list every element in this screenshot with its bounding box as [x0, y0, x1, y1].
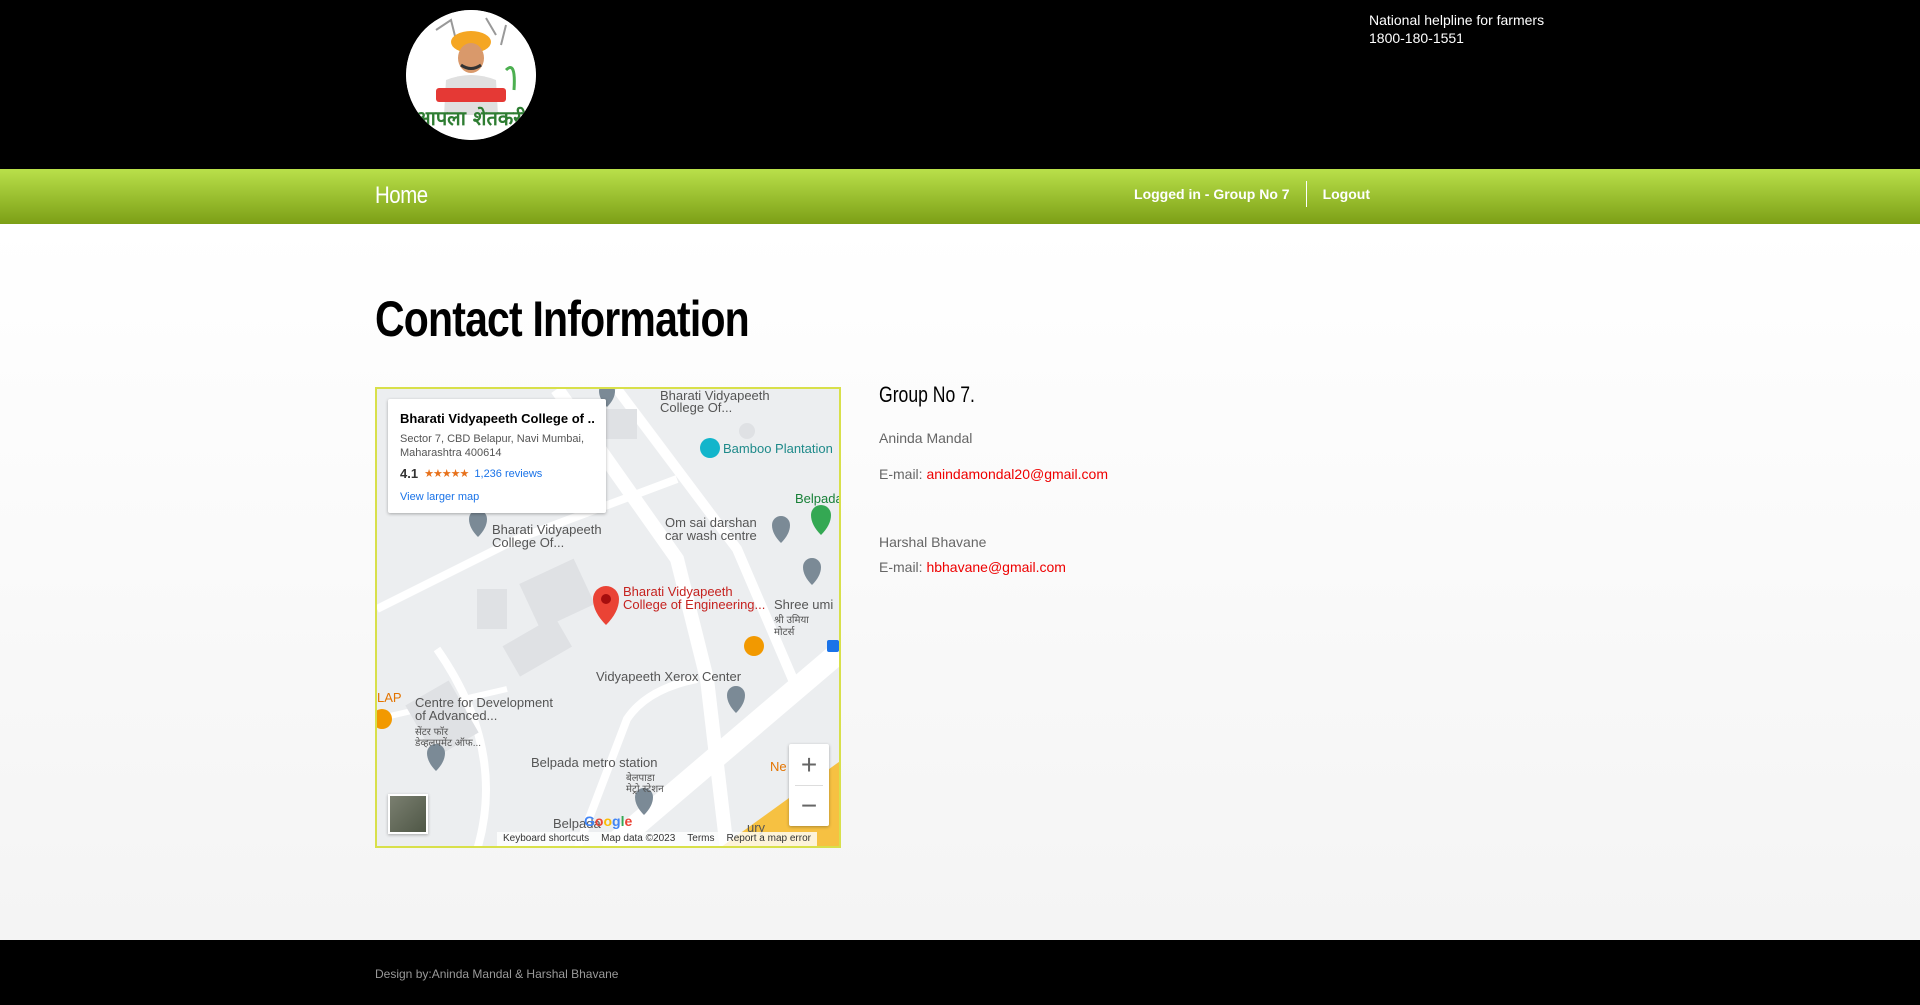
map-label: Belpada	[795, 491, 841, 506]
logout-link[interactable]: Logout	[1307, 186, 1386, 202]
contact-name-2: Harshal Bhavane	[879, 534, 987, 550]
contact-email-row-2: E-mail: hbhavane@gmail.com	[879, 559, 1066, 575]
map-data-text: Map data ©2023	[601, 833, 676, 844]
contact-name-1: Aninda Mandal	[879, 430, 973, 446]
contact-email-row-1: E-mail: anindamondal20@gmail.com	[879, 466, 1108, 482]
helpline-number: 1800-180-1551	[1369, 30, 1464, 46]
report-error-link[interactable]: Report a map error	[727, 833, 811, 845]
site-footer: Design by:Aninda Mandal & Harshal Bhavan…	[0, 940, 1920, 1005]
email-label: E-mail:	[879, 559, 923, 575]
satellite-toggle-button[interactable]	[388, 794, 428, 834]
page-title: Contact Information	[375, 291, 750, 347]
zoom-controls: + −	[789, 744, 829, 826]
rating-value: 4.1	[400, 466, 419, 481]
zoom-out-button[interactable]: −	[789, 785, 829, 826]
zoom-divider	[795, 785, 823, 786]
logo-text: आपला शेतकरी	[415, 106, 527, 130]
terms-link[interactable]: Terms	[687, 833, 714, 845]
logged-in-status[interactable]: Logged in - Group No 7	[1118, 186, 1306, 202]
map-attribution: Keyboard shortcuts Map data ©2023 Terms …	[497, 832, 817, 846]
email-link-2[interactable]: hbhavane@gmail.com	[926, 559, 1066, 575]
place-address: Sector 7, CBD Belapur, Navi Mumbai, Maha…	[400, 432, 594, 460]
map-label: मोटर्स	[774, 627, 795, 638]
zoom-in-button[interactable]: +	[789, 744, 829, 785]
map-label: Shree umi	[774, 597, 834, 612]
group-title: Group No 7.	[879, 382, 975, 407]
place-title: Bharati Vidyapeeth College of ...	[400, 411, 594, 426]
main-content: Contact Information Bharati Vidyapeeth C…	[0, 224, 1920, 940]
place-rating: 4.1 ★★★★★ 1,236 reviews	[400, 466, 594, 481]
map-label: Bamboo Plantation	[723, 441, 833, 456]
email-label: E-mail:	[879, 466, 923, 482]
helpline-label: National helpline for farmers	[1369, 12, 1545, 28]
map-label: Vidyapeeth Xerox Center	[596, 669, 742, 684]
star-rating-icon: ★★★★★	[424, 468, 469, 480]
keyboard-shortcuts-link[interactable]: Keyboard shortcuts	[503, 833, 589, 845]
view-larger-map-link[interactable]: View larger map	[400, 491, 594, 503]
map-label: Belpada metro station	[531, 755, 658, 770]
nav-user-area: Logged in - Group No 7 Logout	[1118, 181, 1386, 207]
place-address-line2: Maharashtra 400614	[400, 447, 502, 459]
site-logo[interactable]: आपला शेतकरी	[406, 10, 536, 140]
email-link-1[interactable]: anindamondal20@gmail.com	[926, 466, 1108, 482]
site-header: आपला शेतकरी National helpline for farmer…	[0, 0, 1920, 169]
map-label: LAP	[377, 690, 402, 705]
map-label: College Of...	[492, 535, 565, 550]
footer-credit: Design by:Aninda Mandal & Harshal Bhavan…	[375, 967, 619, 981]
map-label: मेट्रो स्टेशन	[626, 784, 664, 795]
map-place-card: Bharati Vidyapeeth College of ... Sector…	[388, 399, 606, 513]
map-label: डेव्हलपमेंट ऑफ...	[415, 738, 482, 749]
google-logo: Google	[584, 813, 633, 829]
place-address-line1: Sector 7, CBD Belapur, Navi Mumbai,	[400, 433, 585, 445]
map-label[interactable]: College of Engineering...	[623, 598, 765, 612]
map-label: car wash centre	[665, 528, 757, 543]
reviews-link[interactable]: 1,236 reviews	[474, 468, 542, 480]
embedded-map[interactable]: Bharati Vidyapeeth College Of... Bamboo …	[375, 387, 841, 848]
nav-home-link[interactable]: Home	[375, 182, 428, 210]
map-label: of Advanced...	[415, 708, 498, 723]
map-label: College Of...	[660, 400, 733, 415]
main-nav: Home Logged in - Group No 7 Logout	[0, 169, 1920, 224]
helpline-info: National helpline for farmers 1800-180-1…	[1369, 11, 1544, 47]
